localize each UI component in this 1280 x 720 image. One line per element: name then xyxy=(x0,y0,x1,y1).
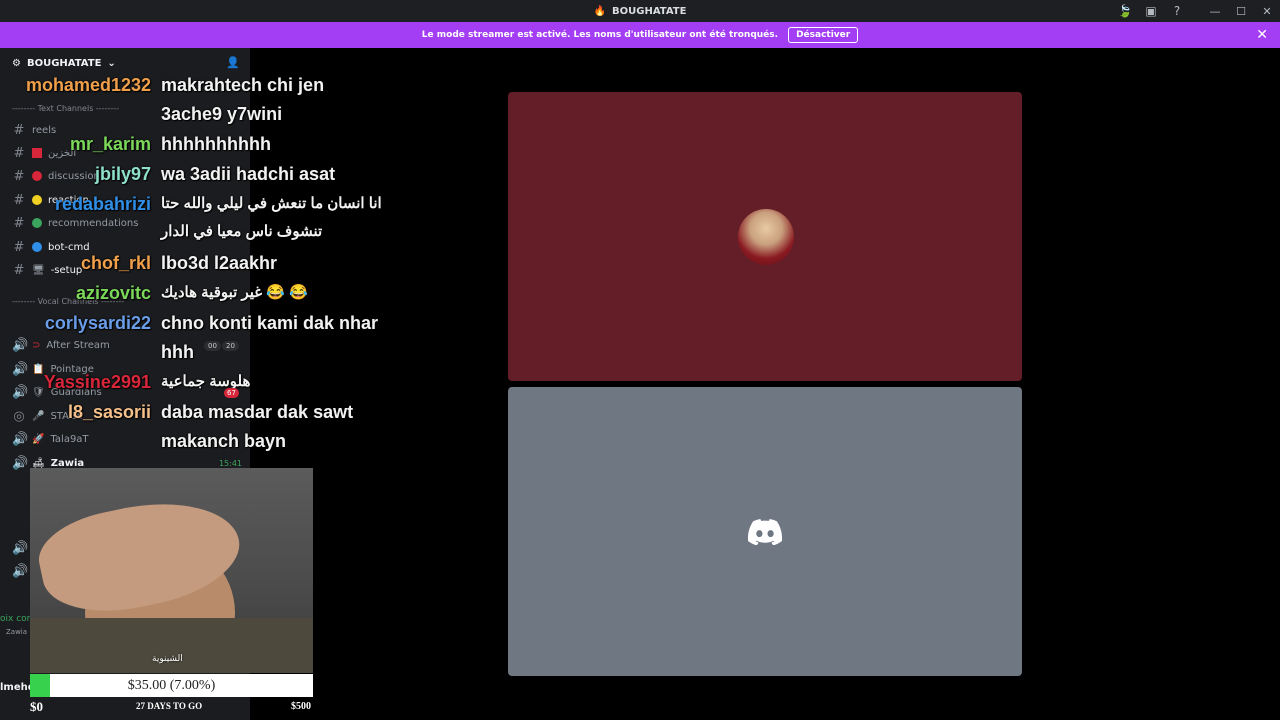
chat-username: redabahrizi xyxy=(54,194,151,214)
chat-username: Yassine2991 xyxy=(43,372,151,392)
chat-message: 3ache9 y7wini xyxy=(161,104,283,124)
close-window-button[interactable]: ✕ xyxy=(1254,0,1280,22)
banner-message: Le mode streamer est activé. Les noms d'… xyxy=(421,30,779,40)
badge-after-stream-a: 00 xyxy=(204,341,221,351)
donation-goal-bar: $35.00 (7.00%) xyxy=(30,674,313,697)
help-icon[interactable]: ? xyxy=(1164,0,1190,22)
chat-username: l8_sasorii xyxy=(67,402,151,422)
chat-username: corlysardi22 xyxy=(44,313,151,333)
close-banner-icon[interactable]: ✕ xyxy=(1256,27,1268,43)
chat-overlay: mohamed1232 makrahtech chi jen 3ache9 y7… xyxy=(0,0,420,470)
server-drop-icon: 🔥 xyxy=(593,5,606,17)
chat-message: makanch bayn xyxy=(161,431,287,451)
voice-connected-status: oix cor xyxy=(0,614,31,624)
goal-amount: $35.00 (7.00%) xyxy=(127,678,216,693)
voice-channel-sub: Zawia xyxy=(6,628,28,636)
goal-max: $500 xyxy=(291,701,311,712)
chat-username: mr_karim xyxy=(69,134,151,154)
chat-message: تنشوف ناس معيا في الدار xyxy=(161,223,323,240)
minimize-button[interactable]: — xyxy=(1202,0,1228,22)
speaker-icon: 🔊 xyxy=(12,563,29,579)
chat-message: wa 3adii hadchi asat xyxy=(161,164,336,184)
chat-message: makrahtech chi jen xyxy=(161,75,325,95)
chat-message: انا انسان ما تنعش في ليلي والله حتا xyxy=(161,195,382,212)
chat-message: hhhhhhhhhh xyxy=(161,134,271,154)
goal-days: 27 DAYS TO GO xyxy=(136,701,203,711)
nitro-leaf-icon[interactable]: 🍃 xyxy=(1112,0,1138,22)
goal-min: $0 xyxy=(30,699,43,714)
badge-guardians: 67 xyxy=(224,388,239,398)
chat-username: chof_rkl xyxy=(80,253,151,273)
chat-message: هلوسة جماعية xyxy=(161,373,251,390)
disable-streamer-button[interactable]: Désactiver xyxy=(788,27,859,43)
inbox-icon[interactable]: ▣ xyxy=(1138,0,1164,22)
chat-username: azizovitc xyxy=(75,283,151,303)
badge-after-stream-b: 20 xyxy=(222,341,239,351)
participant-tile-default[interactable] xyxy=(508,387,1022,676)
voice-channel-extra-1[interactable]: 🔊 xyxy=(12,538,29,558)
chat-message: chno konti kami dak nhar xyxy=(161,313,379,333)
participant-tile-speaker[interactable] xyxy=(508,92,1022,381)
chat-message: lbo3d l2aakhr xyxy=(161,253,278,273)
voice-channel-extra-2[interactable]: 🔊 xyxy=(12,561,29,581)
chat-message: غير تبوقية هاديك 😂 😂 xyxy=(161,284,308,301)
chat-username: jbily97 xyxy=(94,164,151,184)
chat-message: daba masdar dak sawt xyxy=(161,402,354,422)
chat-username: mohamed1232 xyxy=(25,75,151,95)
webcam-tag: الشينوية xyxy=(152,654,183,664)
chat-message: hhh xyxy=(161,342,194,362)
discord-logo-icon xyxy=(748,519,782,545)
avatar xyxy=(738,209,794,265)
speaker-icon: 🔊 xyxy=(12,540,29,556)
webcam-feed: الشينوية xyxy=(30,468,313,673)
window-title: BOUGHATATE xyxy=(612,5,687,17)
maximize-button[interactable]: ☐ xyxy=(1228,0,1254,22)
